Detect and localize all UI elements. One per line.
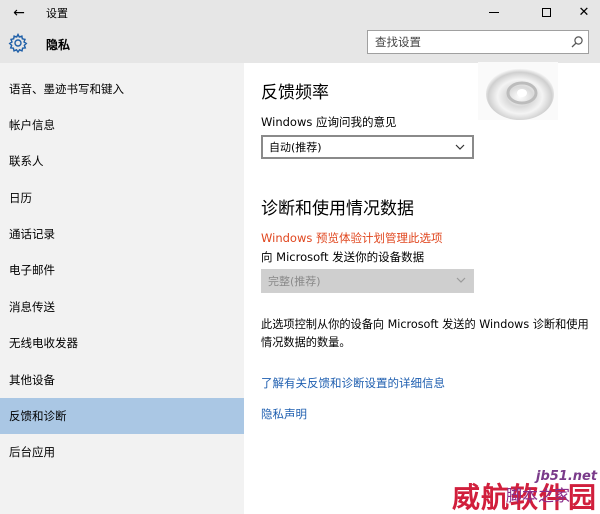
- sidebar-item-calendar[interactable]: 日历: [0, 180, 244, 216]
- maximize-icon: [541, 8, 551, 17]
- sidebar-item-label: 联系人: [9, 154, 44, 168]
- diagnostics-title: 诊断和使用情况数据: [261, 199, 414, 219]
- window-title: 设置: [46, 7, 68, 20]
- watermark-url: jb51.net: [536, 469, 598, 484]
- feedback-frequency-title: 反馈频率: [261, 83, 329, 103]
- sidebar-item-label: 语音、墨迹书写和键入: [9, 82, 124, 96]
- sidebar-item-other-devices[interactable]: 其他设备: [0, 362, 244, 398]
- privacy-statement-link[interactable]: 隐私声明: [261, 406, 307, 422]
- diagnostics-value: 完整(推荐): [268, 275, 321, 288]
- sidebar-item-label: 消息传送: [9, 300, 55, 314]
- sidebar-item-messaging[interactable]: 消息传送: [0, 289, 244, 325]
- diagnostics-description: 此选项控制从你的设备向 Microsoft 发送的 Windows 诊断和使用情…: [261, 318, 589, 349]
- minimize-button[interactable]: [474, 0, 514, 25]
- search-icon[interactable]: [570, 35, 584, 49]
- sidebar-item-call-history[interactable]: 通话记录: [0, 216, 244, 252]
- sidebar-item-feedback-diagnostics[interactable]: 反馈和诊断: [0, 398, 244, 434]
- sidebar-item-label: 反馈和诊断: [9, 409, 67, 423]
- sidebar-item-label: 日历: [9, 191, 32, 205]
- feedback-frequency-label: Windows 应询问我的意见: [261, 115, 397, 129]
- search-box[interactable]: [367, 30, 589, 54]
- sidebar-item-email[interactable]: 电子邮件: [0, 252, 244, 288]
- main-content: 反馈频率 Windows 应询问我的意见 自动(推荐) 诊断和使用情况数据 Wi…: [244, 63, 600, 514]
- gear-icon: [8, 33, 28, 53]
- minimize-icon: [489, 12, 499, 13]
- chevron-down-icon: [455, 144, 465, 150]
- feedback-frequency-value: 自动(推荐): [269, 141, 322, 154]
- sidebar-item-radios[interactable]: 无线电收发器: [0, 325, 244, 361]
- sidebar-item-label: 无线电收发器: [9, 336, 78, 350]
- sidebar-item-label: 后台应用: [9, 445, 55, 459]
- learn-more-link[interactable]: 了解有关反馈和诊断设置的详细信息: [261, 375, 445, 391]
- close-button[interactable]: ✕: [564, 0, 600, 25]
- diagnostics-label: 向 Microsoft 发送你的设备数据: [261, 250, 425, 264]
- sidebar-item-label: 电子邮件: [9, 263, 55, 277]
- sidebar-item-account-info[interactable]: 帐户信息: [0, 107, 244, 143]
- sidebar-item-background-apps[interactable]: 后台应用: [0, 434, 244, 470]
- watermark-site-name: 脚本之家: [506, 486, 571, 505]
- back-arrow-icon: ←: [13, 4, 25, 21]
- sidebar-item-label: 通话记录: [9, 227, 55, 241]
- sidebar-item-speech-inking[interactable]: 语音、墨迹书写和键入: [0, 71, 244, 107]
- page-title: 隐私: [46, 38, 71, 52]
- sidebar-item-contacts[interactable]: 联系人: [0, 143, 244, 179]
- sidebar-item-label: 帐户信息: [9, 118, 55, 132]
- close-icon: ✕: [578, 5, 590, 20]
- title-bar: ← 设置 ✕: [0, 0, 600, 25]
- decorative-swirl-image: [478, 62, 558, 120]
- chevron-down-icon: [456, 277, 466, 283]
- search-input[interactable]: [368, 31, 564, 53]
- sidebar-item-label: 其他设备: [9, 373, 55, 387]
- sidebar: 语音、墨迹书写和键入 帐户信息 联系人 日历 通话记录 电子邮件 消息传送 无线…: [0, 63, 244, 514]
- back-button[interactable]: ←: [4, 0, 34, 25]
- insider-managed-warning: Windows 预览体验计划管理此选项: [261, 231, 443, 245]
- maximize-button[interactable]: [526, 0, 566, 25]
- diagnostics-select: 完整(推荐): [261, 269, 474, 293]
- feedback-frequency-select[interactable]: 自动(推荐): [261, 135, 474, 159]
- page-header: 隐私: [0, 25, 600, 63]
